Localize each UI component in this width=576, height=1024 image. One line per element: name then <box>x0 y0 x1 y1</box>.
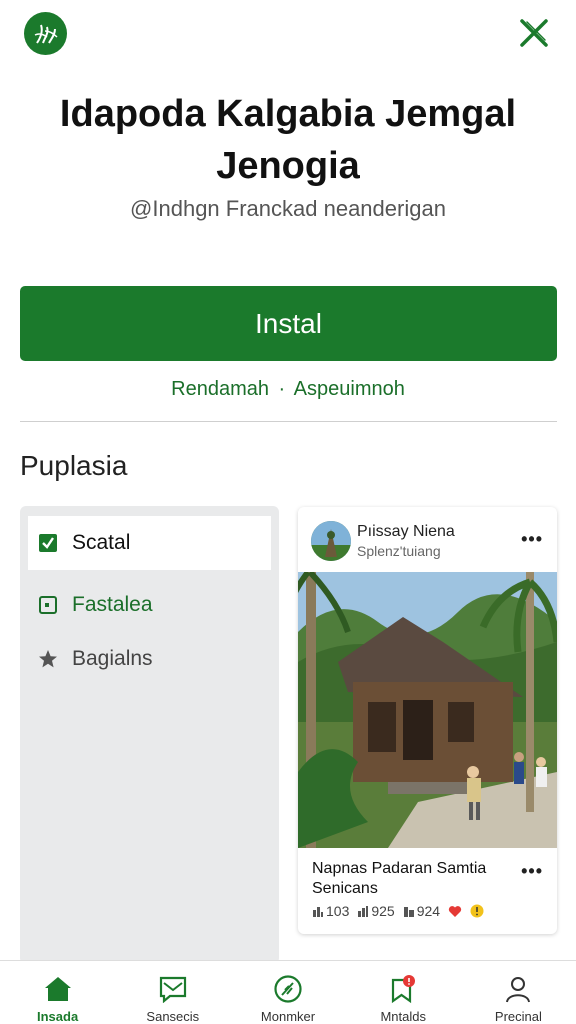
feather-icon <box>272 973 304 1005</box>
stat-likes[interactable]: 103 <box>312 903 349 919</box>
nav-item-monmker[interactable]: Monmker <box>230 961 345 1024</box>
message-icon <box>157 973 189 1005</box>
leaf-logo-icon <box>34 24 58 44</box>
more-options-icon[interactable]: ••• <box>521 529 543 550</box>
profile-icon <box>502 973 534 1005</box>
bar-chart-icon <box>358 906 369 917</box>
stat-value: 924 <box>416 903 441 919</box>
stat-value: 925 <box>371 903 395 919</box>
nav-label: Sansecis <box>146 1009 200 1024</box>
divider <box>20 421 557 422</box>
square-dot-icon <box>38 595 58 615</box>
meta-links: Rendamah · Aspeuimnoh <box>0 378 576 401</box>
close-button[interactable] <box>516 16 552 50</box>
nav-item-mntalds[interactable]: Mntalds <box>346 961 461 1024</box>
post-author-name: Pıissay Niena <box>357 523 455 540</box>
nav-item-precinal[interactable]: Precinal <box>461 961 576 1024</box>
side-menu: Scatal Fastalea Bagialns <box>20 506 279 964</box>
bookmark-chart-icon <box>403 907 414 917</box>
checkbox-icon <box>38 533 58 553</box>
side-menu-item-bagialns[interactable]: Bagialns <box>28 632 271 686</box>
post-author-handle: Splenz'tuiang <box>357 543 441 559</box>
nav-label: Monmker <box>260 1009 316 1024</box>
nav-label: Insada <box>37 1009 79 1024</box>
stat-value: 103 <box>326 903 350 919</box>
stat-views[interactable]: 925 <box>357 903 395 919</box>
post-card[interactable]: Pıissay Niena Splenz'tuiang ••• Napnas P… <box>298 507 557 934</box>
side-menu-label: Fastalea <box>72 593 153 616</box>
install-button[interactable]: Instal <box>20 286 557 361</box>
star-icon <box>38 649 58 669</box>
meta-separator: · <box>278 378 286 400</box>
post-caption: Napnas Padaran Samtia Senicans <box>312 860 487 897</box>
side-menu-label: Bagialns <box>72 647 153 670</box>
meta-link-right[interactable]: Aspeuimnoh <box>294 378 405 400</box>
nav-label: Precinal <box>494 1009 542 1024</box>
post-image <box>298 572 557 848</box>
side-menu-item-scatal[interactable]: Scatal <box>28 516 271 570</box>
side-menu-item-fastalea[interactable]: Fastalea <box>28 578 271 632</box>
home-icon <box>42 973 74 1005</box>
post-stats: 103 925 924 <box>312 903 484 919</box>
avatar[interactable] <box>311 521 351 561</box>
nav-item-sansecis[interactable]: Sansecis <box>115 961 230 1024</box>
app-developer: @Indhgn Franckad neanderigan <box>130 196 446 221</box>
notification-bookmark-icon <box>387 973 419 1005</box>
nav-label: Mntalds <box>380 1009 426 1024</box>
side-menu-label: Scatal <box>72 531 131 554</box>
heart-icon[interactable] <box>448 905 462 918</box>
stat-shares[interactable]: 924 <box>403 903 440 919</box>
nav-item-insada[interactable]: Insada <box>0 961 115 1024</box>
section-title: Puplasia <box>20 450 128 481</box>
app-logo <box>24 12 67 55</box>
badge-icon[interactable] <box>470 904 484 918</box>
meta-link-left[interactable]: Rendamah <box>171 378 269 400</box>
caption-more-options-icon[interactable]: ••• <box>521 861 543 882</box>
app-title: Idapoda Kalgabia Jemgal Jenogia <box>59 93 517 187</box>
bottom-nav: Insada Sansecis Monmker Mntalds Precinal <box>0 960 576 1024</box>
close-icon <box>520 19 548 47</box>
bar-chart-icon <box>313 907 323 917</box>
